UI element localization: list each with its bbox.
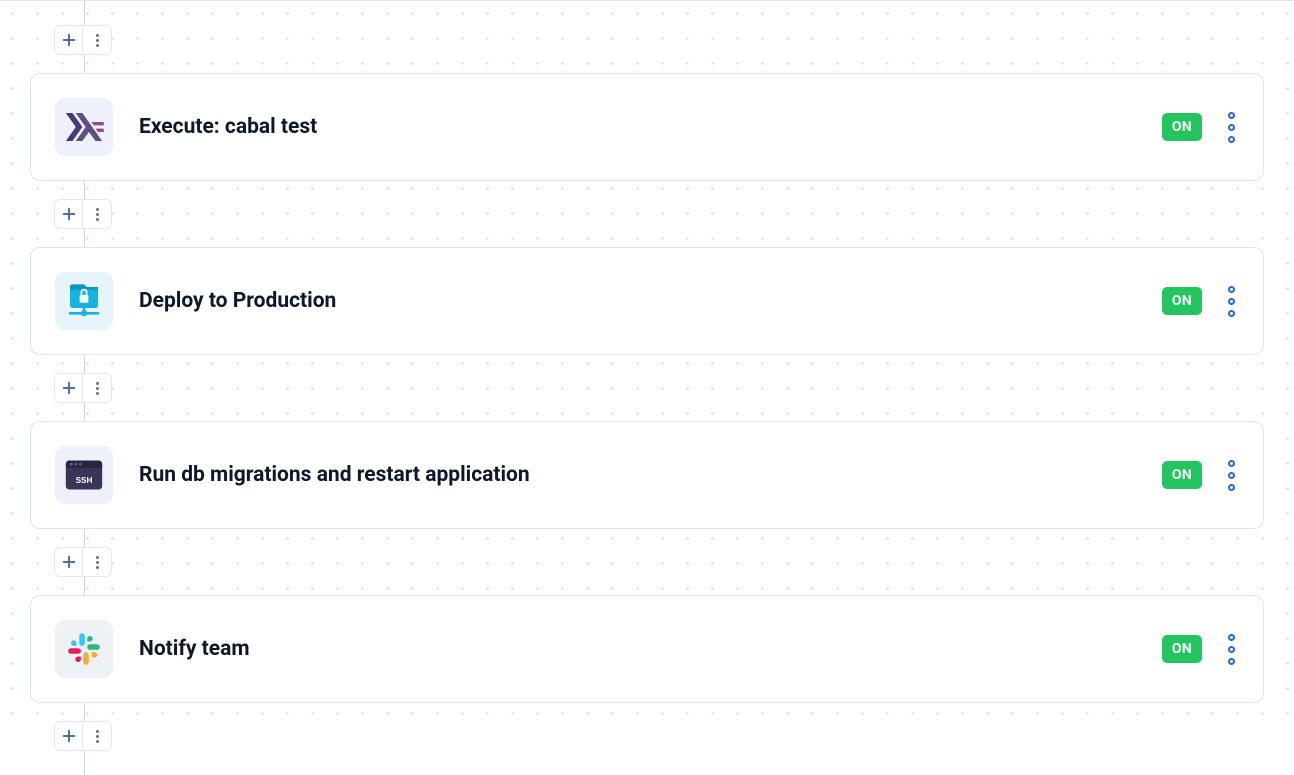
toggle-on-button[interactable]: ON (1162, 635, 1202, 663)
add-step-button[interactable] (55, 722, 83, 750)
ssh-terminal-icon: SSH (55, 446, 113, 504)
step-menu-button[interactable] (1224, 108, 1239, 147)
menu-dot-icon (1228, 124, 1235, 131)
step-title: Execute: cabal test (139, 115, 1162, 139)
step-menu-button[interactable] (1224, 630, 1239, 669)
add-step-menu-button[interactable] (83, 26, 111, 54)
step-title: Run db migrations and restart applicatio… (139, 463, 1162, 487)
pipeline-step[interactable]: Deploy to Production ON (30, 247, 1264, 355)
plus-icon (62, 555, 76, 569)
add-step-menu-button[interactable] (83, 722, 111, 750)
add-step-button[interactable] (55, 26, 83, 54)
add-step-control (54, 25, 112, 55)
toggle-on-button[interactable]: ON (1162, 461, 1202, 489)
step-actions: ON (1162, 456, 1239, 495)
dots-vertical-icon (96, 382, 99, 395)
menu-dot-icon (1228, 658, 1235, 665)
add-step-button[interactable] (55, 548, 83, 576)
add-step-button[interactable] (55, 200, 83, 228)
dots-vertical-icon (96, 208, 99, 221)
slack-icon (55, 620, 113, 678)
menu-dot-icon (1228, 286, 1235, 293)
plus-icon (62, 207, 76, 221)
plus-icon (62, 729, 76, 743)
pipeline-canvas: Execute: cabal test ON (0, 0, 1294, 716)
add-step-control (54, 373, 112, 403)
add-step-control (54, 547, 112, 577)
toggle-on-button[interactable]: ON (1162, 287, 1202, 315)
menu-dot-icon (1228, 310, 1235, 317)
menu-dot-icon (1228, 472, 1235, 479)
add-step-menu-button[interactable] (83, 374, 111, 402)
menu-dot-icon (1228, 460, 1235, 467)
plus-icon (62, 381, 76, 395)
step-menu-button[interactable] (1224, 282, 1239, 321)
toggle-on-button[interactable]: ON (1162, 113, 1202, 141)
plus-icon (62, 33, 76, 47)
add-step-button[interactable] (55, 374, 83, 402)
step-title: Notify team (139, 637, 1162, 661)
add-step-control (54, 199, 112, 229)
menu-dot-icon (1228, 484, 1235, 491)
menu-dot-icon (1228, 634, 1235, 641)
add-step-menu-button[interactable] (83, 200, 111, 228)
deploy-lock-icon (55, 272, 113, 330)
pipeline-step[interactable]: Notify team ON (30, 595, 1264, 703)
svg-text:SSH: SSH (76, 476, 93, 485)
dots-vertical-icon (96, 730, 99, 743)
menu-dot-icon (1228, 112, 1235, 119)
step-menu-button[interactable] (1224, 456, 1239, 495)
haskell-icon (55, 98, 113, 156)
dots-vertical-icon (96, 34, 99, 47)
pipeline-step[interactable]: Execute: cabal test ON (30, 73, 1264, 181)
add-step-control (54, 721, 112, 751)
pipeline-step[interactable]: SSH Run db migrations and restart applic… (30, 421, 1264, 529)
step-actions: ON (1162, 108, 1239, 147)
menu-dot-icon (1228, 646, 1235, 653)
step-actions: ON (1162, 282, 1239, 321)
menu-dot-icon (1228, 136, 1235, 143)
dots-vertical-icon (96, 556, 99, 569)
menu-dot-icon (1228, 298, 1235, 305)
step-title: Deploy to Production (139, 289, 1162, 313)
step-actions: ON (1162, 630, 1239, 669)
add-step-menu-button[interactable] (83, 548, 111, 576)
pipeline: Execute: cabal test ON (0, 1, 1294, 775)
